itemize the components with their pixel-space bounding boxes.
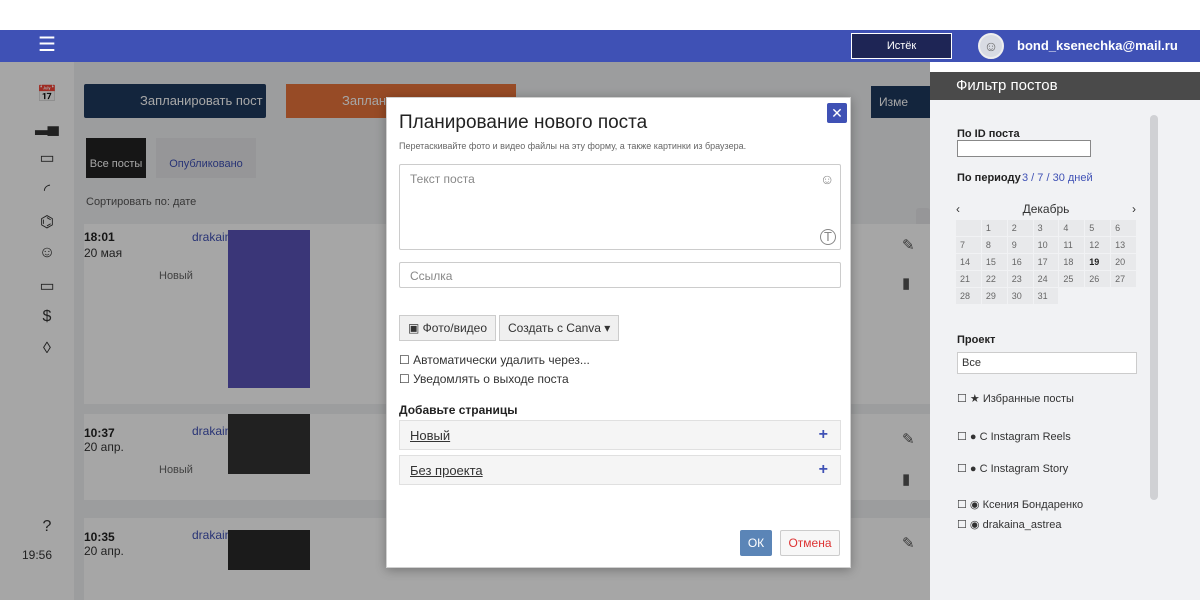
calendar-day[interactable]: 10 [1033, 237, 1059, 253]
text-placeholder: Текст поста [410, 172, 475, 186]
page-no-project[interactable]: Без проекта + [399, 455, 841, 485]
link-input[interactable]: Ссылка [399, 262, 841, 288]
next-month-icon[interactable]: › [1132, 202, 1136, 216]
hamburger-icon[interactable]: ☰ [38, 33, 56, 57]
calendar-day[interactable]: 29 [981, 288, 1007, 304]
calendar-day[interactable]: 2 [1007, 220, 1033, 236]
calendar-day[interactable]: 18 [1059, 254, 1085, 270]
text-format-icon[interactable]: T [820, 229, 836, 245]
calendar-day[interactable]: 14 [956, 254, 981, 270]
close-icon[interactable]: ✕ [827, 103, 847, 123]
calendar-day[interactable]: 13 [1111, 237, 1136, 253]
top-bar: ☰ Истёк ☺ bond_ksenechka@mail.ru [0, 30, 1200, 62]
cancel-button[interactable]: Отмена [780, 530, 840, 556]
calendar-day[interactable]: 19 [1085, 254, 1111, 270]
filter-panel: Фильтр постов По ID поста По периоду 3 /… [930, 72, 1200, 600]
calendar-day[interactable]: 20 [1111, 254, 1136, 270]
project-label: Проект [957, 334, 996, 346]
prev-month-icon[interactable]: ‹ [956, 202, 960, 216]
calendar: ‹ Декабрь › 1 2 3 4 5 6 7 8 9 10 11 12 13 14 15 16 17 18 19 2… [956, 202, 1136, 304]
calendar-day[interactable]: 9 [1007, 237, 1033, 253]
plus-icon: + [818, 461, 828, 478]
notify-checkbox[interactable]: ☐ Уведомлять о выходе поста [399, 372, 569, 386]
calendar-day[interactable]: 7 [956, 237, 981, 253]
month-label: Декабрь [1022, 202, 1070, 216]
avatar[interactable]: ☺ [978, 33, 1004, 59]
filter-period-label: По периоду [957, 172, 1021, 184]
account-filter[interactable]: ☐ ◉ drakaina_astrea [957, 518, 1061, 531]
story-filter[interactable]: ☐ ● С Instagram Story [957, 462, 1068, 475]
period-links[interactable]: 3 / 7 / 30 дней [1022, 172, 1093, 184]
calendar-day[interactable]: 16 [1007, 254, 1033, 270]
plus-icon: + [818, 426, 828, 443]
calendar-day[interactable]: 26 [1085, 271, 1111, 287]
calendar-day[interactable]: 15 [981, 254, 1007, 270]
emoji-icon[interactable]: ☺ [820, 171, 834, 187]
calendar-day[interactable]: 31 [1033, 288, 1059, 304]
user-email[interactable]: bond_ksenechka@mail.ru [1017, 30, 1178, 62]
post-text-input[interactable]: Текст поста ☺ T [399, 164, 841, 250]
calendar-day[interactable]: 5 [1085, 220, 1111, 236]
calendar-day[interactable]: 24 [1033, 271, 1059, 287]
calendar-day[interactable]: 12 [1085, 237, 1111, 253]
calendar-day[interactable]: 17 [1033, 254, 1059, 270]
calendar-day[interactable]: 4 [1059, 220, 1085, 236]
calendar-day[interactable]: 22 [981, 271, 1007, 287]
canva-button[interactable]: Создать с Canva ▾ [499, 315, 620, 341]
modal-subtitle: Перетаскивайте фото и видео файлы на эту… [399, 141, 747, 151]
calendar-day[interactable]: 27 [1111, 271, 1136, 287]
calendar-day[interactable]: 30 [1007, 288, 1033, 304]
calendar-day[interactable]: 6 [1111, 220, 1136, 236]
calendar-grid[interactable]: 1 2 3 4 5 6 7 8 9 10 11 12 13 14 15 16 17 18 19 20 21 22 23 24 2… [956, 220, 1136, 304]
scrollbar[interactable] [1150, 115, 1158, 500]
calendar-day[interactable]: 25 [1059, 271, 1085, 287]
calendar-day[interactable]: 28 [956, 288, 981, 304]
photo-video-button[interactable]: ▣ Фото/видео [399, 315, 497, 341]
filter-title: Фильтр постов [930, 72, 1200, 100]
modal-title: Планирование нового поста [399, 112, 648, 133]
ok-button[interactable]: ОК [740, 530, 772, 556]
filter-id-label: По ID поста [957, 128, 1020, 140]
calendar-day[interactable]: 3 [1033, 220, 1059, 236]
new-post-modal: Планирование нового поста ✕ Перетаскивай… [386, 97, 851, 568]
project-select[interactable]: Все [957, 352, 1137, 374]
calendar-day[interactable] [956, 220, 981, 236]
auto-delete-checkbox[interactable]: ☐ Автоматически удалить через... [399, 353, 590, 367]
account-filter[interactable]: ☐ ◉ Ксения Бондаренко [957, 498, 1083, 511]
fav-filter[interactable]: ☐ ★ Избранные посты [957, 392, 1074, 405]
pages-heading: Добавьте страницы [399, 403, 518, 417]
calendar-day[interactable]: 23 [1007, 271, 1033, 287]
id-input[interactable] [957, 140, 1091, 157]
calendar-day[interactable]: 1 [981, 220, 1007, 236]
link-placeholder: Ссылка [410, 269, 453, 283]
calendar-day[interactable]: 21 [956, 271, 981, 287]
reels-filter[interactable]: ☐ ● С Instagram Reels [957, 430, 1071, 443]
calendar-day[interactable]: 8 [981, 237, 1007, 253]
page-new[interactable]: Новый + [399, 420, 841, 450]
calendar-day[interactable]: 11 [1059, 237, 1085, 253]
expired-button[interactable]: Истёк [851, 33, 952, 59]
